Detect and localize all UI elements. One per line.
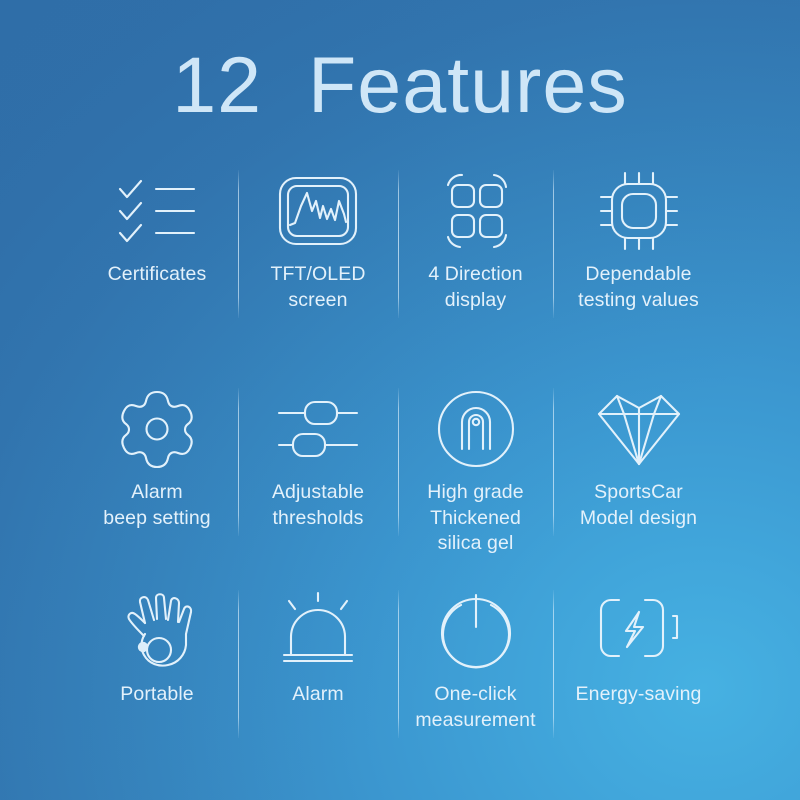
feature-cell-alarm-beep-setting[interactable]: Alarm beep setting: [76, 386, 238, 561]
feature-cell-four-direction-display[interactable]: 4 Direction display: [398, 168, 553, 328]
checklist-icon: [114, 168, 200, 254]
feature-label: TFT/OLED screen: [270, 263, 366, 311]
features-row-2: Alarm beep setting Adjustable thresholds…: [76, 386, 724, 561]
battery-bolt-icon: [595, 588, 683, 674]
feature-cell-tft-oled-screen[interactable]: TFT/OLED screen: [238, 168, 398, 328]
feature-cell-alarm[interactable]: Alarm: [238, 588, 398, 753]
power-button-icon: [435, 588, 517, 674]
feature-cell-one-click-measurement[interactable]: One-click measurement: [398, 588, 553, 753]
feature-label: Adjustable thresholds: [271, 481, 365, 529]
feature-label: Energy-saving: [575, 683, 702, 705]
feature-cell-dependable-testing-values[interactable]: Dependable testing values: [553, 168, 724, 328]
feature-label: Certificates: [107, 263, 207, 285]
sliders-icon: [275, 386, 361, 472]
feature-label: High grade Thickened silica gel: [427, 481, 524, 555]
page-title-wrapper: 12 Features: [0, 40, 800, 131]
feature-label: Dependable testing values: [578, 263, 699, 311]
feature-cell-sportscar-model-design[interactable]: SportsCar Model design: [553, 386, 724, 561]
fingerprint-circle-icon: [435, 386, 517, 472]
feature-cell-certificates[interactable]: Certificates: [76, 168, 238, 328]
page-title: 12 Features: [172, 40, 628, 129]
features-row-3: Portable Alarm One-click measurement Ene…: [76, 588, 724, 753]
gear-icon: [116, 386, 198, 472]
feature-cell-thickened-silica-gel[interactable]: High grade Thickened silica gel: [398, 386, 553, 561]
four-direction-rotate-icon: [434, 168, 518, 254]
feature-label: 4 Direction display: [428, 263, 523, 311]
feature-label: Alarm: [292, 683, 344, 705]
alarm-dome-icon: [275, 588, 361, 674]
cpu-chip-icon: [595, 168, 683, 254]
feature-cell-portable[interactable]: Portable: [76, 588, 238, 753]
ok-hand-icon: [114, 588, 200, 674]
feature-label: Portable: [120, 683, 194, 705]
feature-poster: 12 Features Certificates TFT/OLED screen…: [0, 0, 800, 800]
feature-cell-energy-saving[interactable]: Energy-saving: [553, 588, 724, 753]
feature-label: One-click measurement: [415, 683, 536, 731]
diamond-gem-icon: [593, 386, 685, 472]
feature-cell-adjustable-thresholds[interactable]: Adjustable thresholds: [238, 386, 398, 561]
features-grid: Certificates TFT/OLED screen 4 Direction…: [76, 168, 724, 768]
feature-label: Alarm beep setting: [103, 481, 211, 529]
features-row-1: Certificates TFT/OLED screen 4 Direction…: [76, 168, 724, 328]
waveform-screen-icon: [276, 168, 360, 254]
feature-label: SportsCar Model design: [579, 481, 698, 529]
